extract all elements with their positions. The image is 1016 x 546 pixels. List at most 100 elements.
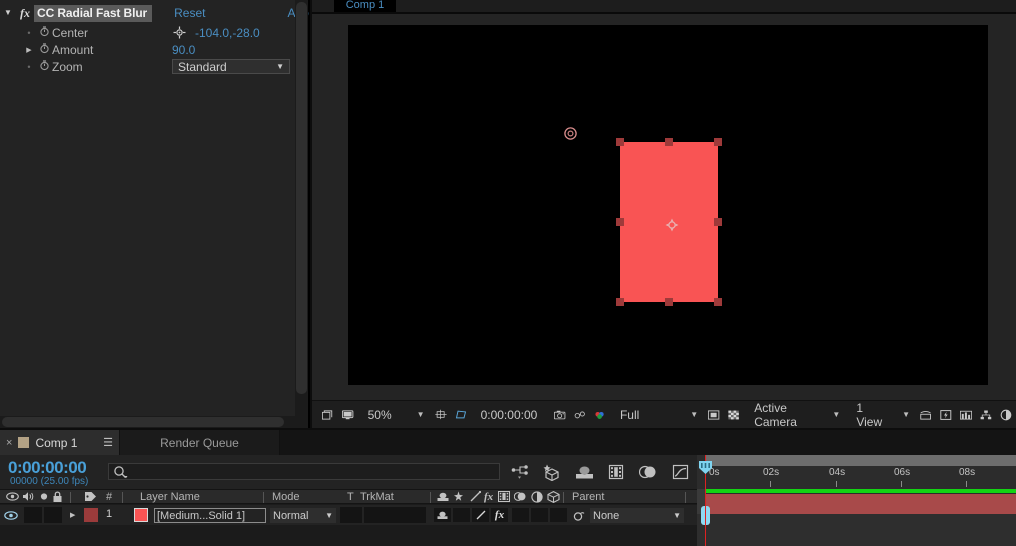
shy-switch[interactable]	[434, 508, 451, 522]
comp-flowchart-icon[interactable]	[976, 406, 996, 424]
effects-fx-icon[interactable]: fx	[484, 491, 493, 503]
selection-handle-tl[interactable]	[616, 138, 624, 146]
timeline-tab-comp1[interactable]: × Comp 1 ☰	[0, 430, 120, 455]
panel-menu-icon[interactable]: ☰	[103, 436, 113, 449]
quality-icon[interactable]	[470, 491, 481, 505]
shy-icon[interactable]	[437, 491, 449, 505]
current-time-display[interactable]: 0:00:00:00	[8, 458, 86, 478]
views-value[interactable]: 1 View	[846, 401, 888, 429]
collapse-transformations-icon[interactable]	[453, 491, 464, 505]
selection-handle-ml[interactable]	[616, 218, 624, 226]
selection-handle-mr[interactable]	[714, 218, 722, 226]
always-preview-icon[interactable]	[318, 406, 338, 424]
zoom-level-value[interactable]: 50%	[358, 408, 395, 422]
camera-snapshot-icon[interactable]	[550, 406, 570, 424]
property-value-amount[interactable]: 90.0	[172, 43, 195, 57]
effect-header-row[interactable]: ▼ fx CC Radial Fast Blur Reset Abo	[0, 4, 310, 22]
pixel-aspect-correction-icon[interactable]	[916, 406, 936, 424]
audio-icon[interactable]	[22, 491, 35, 505]
property-value-center[interactable]: -104.0,-28.0	[195, 26, 260, 40]
effect-reset-link[interactable]: Reset	[174, 6, 205, 20]
timeline-track-area[interactable]	[697, 489, 1016, 546]
video-visibility-icon[interactable]	[6, 491, 19, 505]
layer-audio-toggle[interactable]	[24, 507, 42, 523]
stopwatch-icon[interactable]	[36, 43, 52, 57]
motion-blur-icon[interactable]	[514, 491, 527, 505]
crosshair-icon[interactable]	[172, 26, 187, 39]
resolution-value[interactable]: Full	[610, 408, 642, 422]
stopwatch-icon[interactable]	[36, 60, 52, 74]
toggle-mask-overlay-icon[interactable]	[704, 406, 724, 424]
layer-visibility-toggle[interactable]	[2, 508, 20, 522]
close-icon[interactable]: ×	[6, 437, 12, 449]
region-of-interest-icon[interactable]	[431, 406, 451, 424]
zoom-dropdown[interactable]: Standard ▼	[172, 59, 290, 74]
track-matte-t-cell[interactable]	[340, 507, 362, 523]
quality-switch[interactable]	[472, 508, 489, 522]
3d-layer-icon[interactable]	[547, 491, 560, 506]
label-tag-icon[interactable]	[84, 491, 97, 505]
fx-icon[interactable]: fx	[16, 6, 34, 21]
monitor-icon[interactable]	[338, 406, 358, 424]
channels-rgb-icon[interactable]	[590, 406, 610, 424]
column-header-mode[interactable]: Mode	[272, 491, 300, 503]
draft-3d-icon[interactable]	[542, 462, 562, 482]
scrollbar-thumb[interactable]	[296, 2, 307, 394]
motion-blur-icon[interactable]	[638, 462, 658, 482]
scrollbar-thumb[interactable]	[2, 417, 284, 427]
track-empty-area[interactable]	[697, 514, 1016, 546]
viewer-timecode[interactable]: 0:00:00:00	[471, 408, 541, 422]
selection-handle-bl[interactable]	[616, 298, 624, 306]
twirl-right-icon[interactable]: ▶	[22, 46, 36, 54]
layer-parent-dropdown[interactable]: None ▼	[590, 508, 684, 523]
graph-editor-icon[interactable]	[670, 462, 690, 482]
twirl-down-icon[interactable]: ▼	[0, 4, 16, 22]
show-snapshot-icon[interactable]	[570, 406, 590, 424]
chevron-down-icon[interactable]: ▼	[888, 410, 916, 419]
layer-solo-toggle[interactable]	[44, 507, 62, 523]
composition-mini-flowchart-icon[interactable]	[510, 462, 530, 482]
viewer-canvas-area[interactable]	[312, 14, 1016, 400]
column-header-parent[interactable]: Parent	[572, 491, 604, 503]
layer-mode-dropdown[interactable]: Normal ▼	[270, 508, 336, 523]
layer-duration-bar[interactable]	[705, 494, 1016, 514]
collapse-switch[interactable]	[453, 508, 470, 522]
chevron-down-icon[interactable]: ▼	[820, 410, 846, 419]
tab-render-queue[interactable]: Render Queue	[120, 430, 280, 455]
frame-blend-switch[interactable]	[512, 508, 529, 522]
chevron-down-icon[interactable]: ▼	[395, 410, 431, 419]
effects-horizontal-scrollbar[interactable]	[0, 416, 297, 428]
selection-handle-tc[interactable]	[665, 138, 673, 146]
track-matte-cell[interactable]	[364, 507, 426, 523]
effect-center-point-icon[interactable]	[563, 126, 578, 141]
property-row-zoom[interactable]: • Zoom Standard ▼	[0, 58, 310, 75]
layer-twirl-icon[interactable]: ▶	[70, 511, 75, 519]
chevron-down-icon[interactable]: ▼	[642, 410, 704, 419]
playhead-grip[interactable]	[698, 460, 713, 475]
lock-icon[interactable]	[52, 491, 63, 506]
layer-color-label[interactable]	[84, 508, 98, 522]
property-row-center[interactable]: • Center	[0, 24, 310, 41]
anchor-point-icon[interactable]	[665, 218, 679, 232]
work-area-bar[interactable]	[697, 455, 1016, 466]
effect-name-label[interactable]: CC Radial Fast Blur	[34, 5, 152, 22]
mask-shape-icon[interactable]	[451, 406, 471, 424]
effects-vertical-scrollbar[interactable]	[295, 0, 308, 428]
column-header-layer-name[interactable]: Layer Name	[140, 491, 200, 503]
frame-blend-icon[interactable]	[498, 491, 510, 505]
transparency-grid-icon[interactable]	[724, 406, 744, 424]
viewer-tab-comp1[interactable]: Comp 1	[334, 0, 396, 12]
hide-shy-layers-icon[interactable]	[574, 462, 594, 482]
selection-handle-bc[interactable]	[665, 298, 673, 306]
solid-layer-rect[interactable]	[620, 142, 718, 302]
active-camera-value[interactable]: Active Camera	[744, 401, 820, 429]
motion-blur-switch[interactable]	[531, 508, 548, 522]
fast-previews-icon[interactable]	[936, 406, 956, 424]
effects-switch[interactable]: fx	[491, 508, 508, 522]
solo-icon[interactable]	[39, 491, 49, 505]
composition-canvas[interactable]	[348, 25, 988, 385]
exposure-icon[interactable]	[996, 406, 1016, 424]
adjustment-switch[interactable]	[550, 508, 567, 522]
property-row-amount[interactable]: ▶ Amount 90.0	[0, 41, 310, 58]
selection-handle-tr[interactable]	[714, 138, 722, 146]
